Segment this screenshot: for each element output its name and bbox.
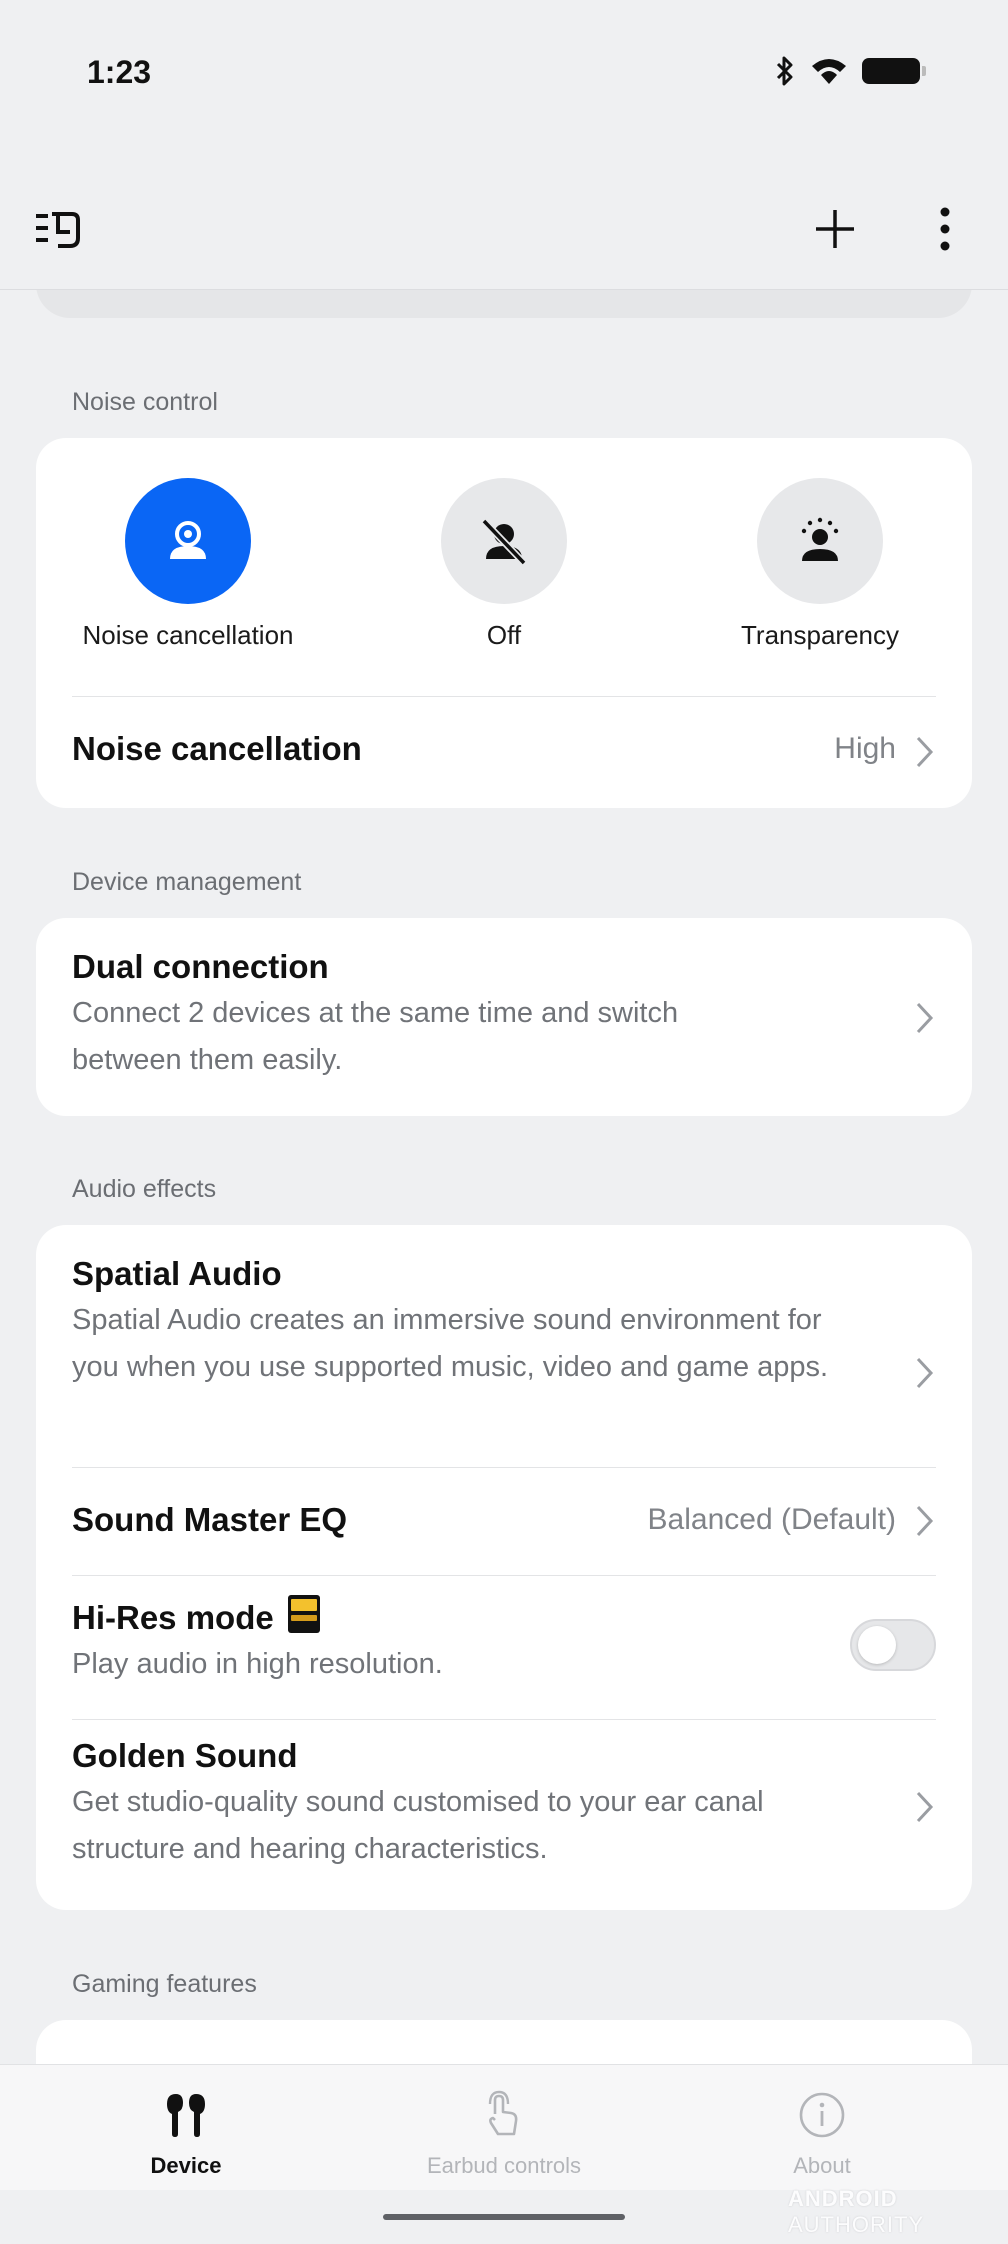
app-bar <box>0 190 1008 290</box>
add-icon[interactable] <box>810 204 860 254</box>
mode-label: Noise cancellation <box>82 620 294 650</box>
nav-label: Earbud controls <box>426 2153 582 2178</box>
touch-gesture-icon <box>488 2090 518 2136</box>
mode-off[interactable]: Off <box>374 478 634 651</box>
nav-item-about[interactable]: About <box>702 2087 942 2179</box>
section-label-gaming-features: Gaming features <box>72 1970 257 1998</box>
section-label-device-management: Device management <box>72 868 302 896</box>
toggle-knob <box>858 1626 896 1664</box>
status-icons <box>774 56 926 86</box>
device-management-card: Dual connection Connect 2 devices at the… <box>36 918 972 1116</box>
mode-label: Off <box>486 620 522 650</box>
nav-item-device[interactable]: Device <box>66 2087 306 2179</box>
bottom-navigation: Device Earbud controls About <box>0 2064 1008 2190</box>
chevron-right-icon <box>916 1002 934 1034</box>
row-value: High <box>834 732 896 765</box>
status-bar: 1:23 <box>0 0 1008 150</box>
chevron-right-icon <box>916 1357 934 1389</box>
row-value: Balanced (Default) <box>647 1503 896 1536</box>
dual-connection-row[interactable]: Dual connection Connect 2 devices at the… <box>72 948 936 1084</box>
transparency-button[interactable] <box>757 478 883 604</box>
spatial-audio-row[interactable]: Spatial Audio Spatial Audio creates an i… <box>72 1255 936 1391</box>
row-description: Play audio in high resolution. <box>72 1648 443 1680</box>
noise-cancellation-icon <box>170 521 206 559</box>
gaming-features-card[interactable] <box>36 2020 972 2064</box>
divider <box>72 1719 936 1720</box>
row-title: Golden Sound <box>72 1737 298 1774</box>
chevron-right-icon <box>916 736 934 768</box>
row-description: Spatial Audio creates an immersive sound… <box>72 1304 829 1383</box>
nav-item-earbud-controls[interactable]: Earbud controls <box>384 2087 624 2179</box>
sound-master-eq-row[interactable]: Sound Master EQ Balanced (Default) <box>72 1467 936 1575</box>
row-title: Noise cancellation <box>72 730 362 767</box>
row-title: Hi-Res mode <box>72 1595 936 1637</box>
chevron-right-icon <box>916 1791 934 1823</box>
previous-card-edge <box>36 290 972 318</box>
mode-noise-cancellation[interactable]: Noise cancellation <box>58 478 318 651</box>
audio-effects-card: Spatial Audio Spatial Audio creates an i… <box>36 1225 972 1910</box>
nav-label: About <box>793 2153 851 2178</box>
mode-label: Transparency <box>741 620 899 650</box>
golden-sound-row[interactable]: Golden Sound Get studio-quality sound cu… <box>72 1737 936 1873</box>
watermark: ANDROID AUTHORITY <box>788 2186 925 2237</box>
row-title: Dual connection <box>72 948 329 985</box>
status-time: 1:23 <box>87 54 152 90</box>
hi-res-audio-badge <box>287 1595 320 1633</box>
nav-label: Device <box>150 2153 222 2178</box>
off-button[interactable] <box>441 478 567 604</box>
row-title: Sound Master EQ <box>72 1501 348 1538</box>
wifi-icon <box>812 59 846 84</box>
row-title: Spatial Audio <box>72 1255 282 1292</box>
home-indicator[interactable] <box>383 2214 625 2220</box>
transparency-icon <box>801 517 839 561</box>
hi-res-mode-row: Hi-Res mode Play audio in high resolutio… <box>72 1595 936 1719</box>
noise-cancellation-level-row[interactable]: Noise cancellation High <box>72 696 936 808</box>
earbuds-icon <box>167 2094 205 2137</box>
hi-res-mode-toggle[interactable] <box>850 1619 936 1671</box>
divider <box>72 1575 936 1576</box>
bluetooth-icon <box>776 56 793 86</box>
scroll-content[interactable]: Noise control Noise cancellation Off Tra… <box>0 290 1008 2064</box>
more-icon[interactable] <box>920 204 970 254</box>
row-description: Get studio-quality sound customised to y… <box>72 1786 764 1865</box>
noise-mode-selector: Noise cancellation Off Transparency <box>36 478 972 678</box>
section-label-noise-control: Noise control <box>72 388 218 416</box>
noise-control-card: Noise cancellation Off Transparency Nois… <box>36 438 972 808</box>
noise-cancellation-button[interactable] <box>125 478 251 604</box>
battery-icon <box>862 58 926 84</box>
chevron-right-icon <box>916 1505 934 1537</box>
info-icon <box>799 2092 845 2138</box>
off-icon <box>481 518 527 566</box>
device-switcher-icon[interactable] <box>34 204 84 254</box>
row-description: Connect 2 devices at the same time and s… <box>72 997 679 1076</box>
hi-res-mode-title: Hi-Res mode <box>72 1599 274 1636</box>
section-label-audio-effects: Audio effects <box>72 1175 217 1203</box>
mode-transparency[interactable]: Transparency <box>690 478 950 651</box>
